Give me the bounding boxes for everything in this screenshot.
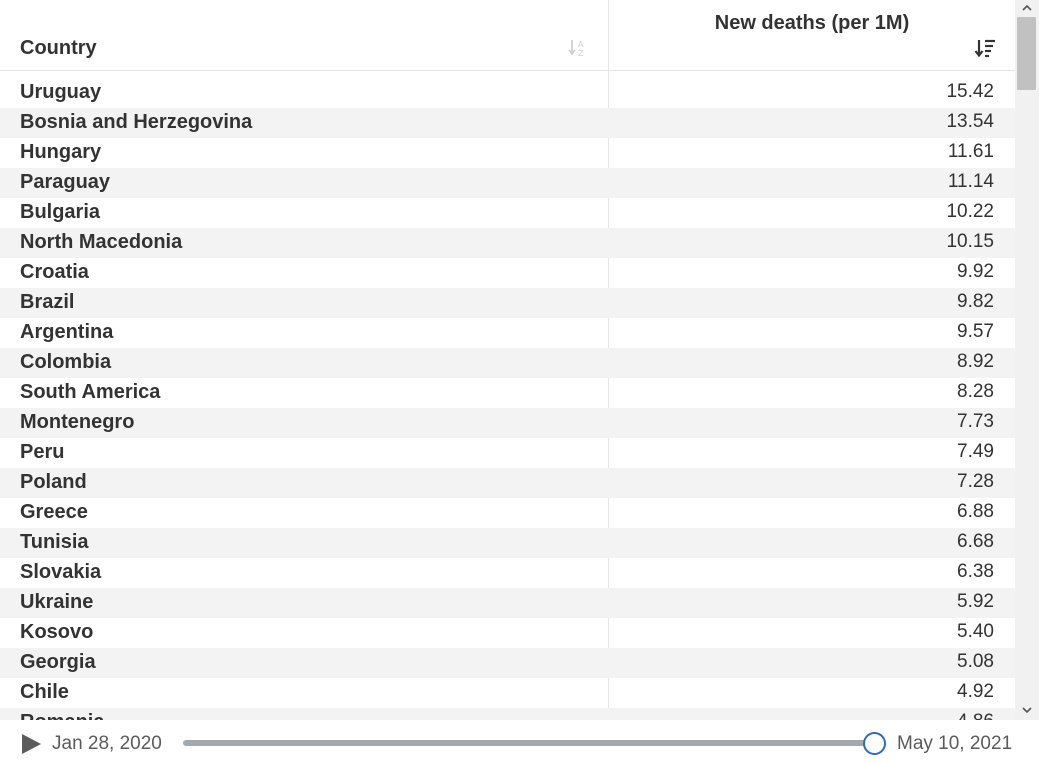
deaths-value-cell: 5.40 xyxy=(957,621,994,642)
sort-descending-icon[interactable] xyxy=(974,37,996,59)
table-row: Romania 4.86 xyxy=(0,708,1015,720)
deaths-value-cell: 5.08 xyxy=(957,651,994,672)
scroll-up-button[interactable] xyxy=(1015,0,1039,16)
table-row: Greece 6.88 xyxy=(0,498,1015,528)
timeline-end-date: May 10, 2021 xyxy=(897,733,1013,754)
country-cell: Colombia xyxy=(20,351,112,373)
table-header: Country A Z New deaths (per 1M) xyxy=(0,0,1015,71)
svg-text:A: A xyxy=(578,40,584,49)
deaths-value-cell: 6.88 xyxy=(957,501,994,522)
table-body: Uruguay 15.42 Bosnia and Herzegovina 13.54 H… xyxy=(0,78,1015,720)
scroll-down-button[interactable] xyxy=(1015,702,1039,718)
country-cell: Uruguay xyxy=(20,81,102,103)
country-cell: Romania xyxy=(20,711,104,720)
deaths-value-cell: 10.22 xyxy=(946,201,994,222)
country-cell: Brazil xyxy=(20,291,75,313)
table-row: Kosovo 5.40 xyxy=(0,618,1015,648)
table-row: Chile 4.92 xyxy=(0,678,1015,708)
deaths-value-cell: 7.73 xyxy=(957,411,994,432)
table-row: Uruguay 15.42 xyxy=(0,78,1015,108)
country-cell: Montenegro xyxy=(20,411,135,433)
country-column-label: Country xyxy=(20,37,97,59)
vertical-scrollbar[interactable] xyxy=(1015,0,1039,720)
country-cell: Chile xyxy=(20,681,69,703)
country-cell: Georgia xyxy=(20,651,96,673)
country-cell: Ukraine xyxy=(20,591,94,613)
deaths-value-cell: 10.15 xyxy=(946,231,994,252)
table-row: Montenegro 7.73 xyxy=(0,408,1015,438)
deaths-value-cell: 9.82 xyxy=(957,291,994,312)
timeline-start-date: Jan 28, 2020 xyxy=(52,733,162,754)
deaths-value-cell: 4.86 xyxy=(957,711,994,720)
country-cell: Croatia xyxy=(20,261,89,283)
deaths-value-cell: 6.68 xyxy=(957,531,994,552)
deaths-value-cell: 13.54 xyxy=(946,111,994,132)
table-row: Argentina 9.57 xyxy=(0,318,1015,348)
data-table: Country A Z New deaths (per 1M) Uruguay 1… xyxy=(0,0,1015,720)
header-divider xyxy=(608,0,609,70)
country-cell: South America xyxy=(20,381,161,403)
country-cell: Tunisia xyxy=(20,531,89,553)
country-cell: North Macedonia xyxy=(20,231,183,253)
table-row: Brazil 9.82 xyxy=(0,288,1015,318)
table-row: Bosnia and Herzegovina 13.54 xyxy=(0,108,1015,138)
deaths-value-cell: 4.92 xyxy=(957,681,994,702)
table-row: Bulgaria 10.22 xyxy=(0,198,1015,228)
deaths-value-cell: 11.61 xyxy=(947,141,994,162)
table-row: Slovakia 6.38 xyxy=(0,558,1015,588)
timeline-bar: Jan 28, 2020 May 10, 2021 xyxy=(0,720,1039,763)
country-cell: Bosnia and Herzegovina xyxy=(20,111,253,133)
table-row: Paraguay 11.14 xyxy=(0,168,1015,198)
deaths-value-cell: 11.14 xyxy=(947,171,994,192)
play-icon[interactable] xyxy=(20,733,42,755)
scroll-thumb[interactable] xyxy=(1017,17,1036,90)
sort-alpha-icon[interactable]: A Z xyxy=(567,38,587,58)
deaths-value-cell: 5.92 xyxy=(957,591,994,612)
deaths-value-cell: 9.92 xyxy=(957,261,994,282)
deaths-value-cell: 8.28 xyxy=(957,381,994,402)
svg-text:Z: Z xyxy=(578,49,584,58)
deaths-value-cell: 7.49 xyxy=(957,441,994,462)
timeline-slider-handle[interactable] xyxy=(862,732,886,755)
deaths-value-cell: 15.42 xyxy=(946,81,994,102)
country-cell: Poland xyxy=(20,471,87,493)
country-cell: Argentina xyxy=(20,321,114,343)
country-cell: Paraguay xyxy=(20,171,111,193)
country-cell: Hungary xyxy=(20,141,102,163)
country-cell: Bulgaria xyxy=(20,201,101,223)
country-cell: Peru xyxy=(20,441,65,463)
table-row: Poland 7.28 xyxy=(0,468,1015,498)
country-cell: Slovakia xyxy=(20,561,102,583)
table-row: Colombia 8.92 xyxy=(0,348,1015,378)
deaths-value-cell: 6.38 xyxy=(957,561,994,582)
deaths-value-cell: 8.92 xyxy=(957,351,994,372)
deaths-value-cell: 9.57 xyxy=(957,321,994,342)
table-row: South America 8.28 xyxy=(0,378,1015,408)
table-row: Ukraine 5.92 xyxy=(0,588,1015,618)
table-row: Croatia 9.92 xyxy=(0,258,1015,288)
chevron-down-icon xyxy=(1022,707,1032,714)
timeline-slider-track[interactable] xyxy=(183,740,875,746)
table-row: North Macedonia 10.15 xyxy=(0,228,1015,258)
country-cell: Greece xyxy=(20,501,88,523)
table-row: Tunisia 6.68 xyxy=(0,528,1015,558)
table-row: Peru 7.49 xyxy=(0,438,1015,468)
country-cell: Kosovo xyxy=(20,621,94,643)
deaths-column-label: New deaths (per 1M) xyxy=(714,12,910,34)
country-column-header[interactable]: Country A Z xyxy=(0,0,608,70)
table-row: Hungary 11.61 xyxy=(0,138,1015,168)
deaths-value-cell: 7.28 xyxy=(957,471,994,492)
table-row: Georgia 5.08 xyxy=(0,648,1015,678)
chevron-up-icon xyxy=(1022,4,1032,11)
